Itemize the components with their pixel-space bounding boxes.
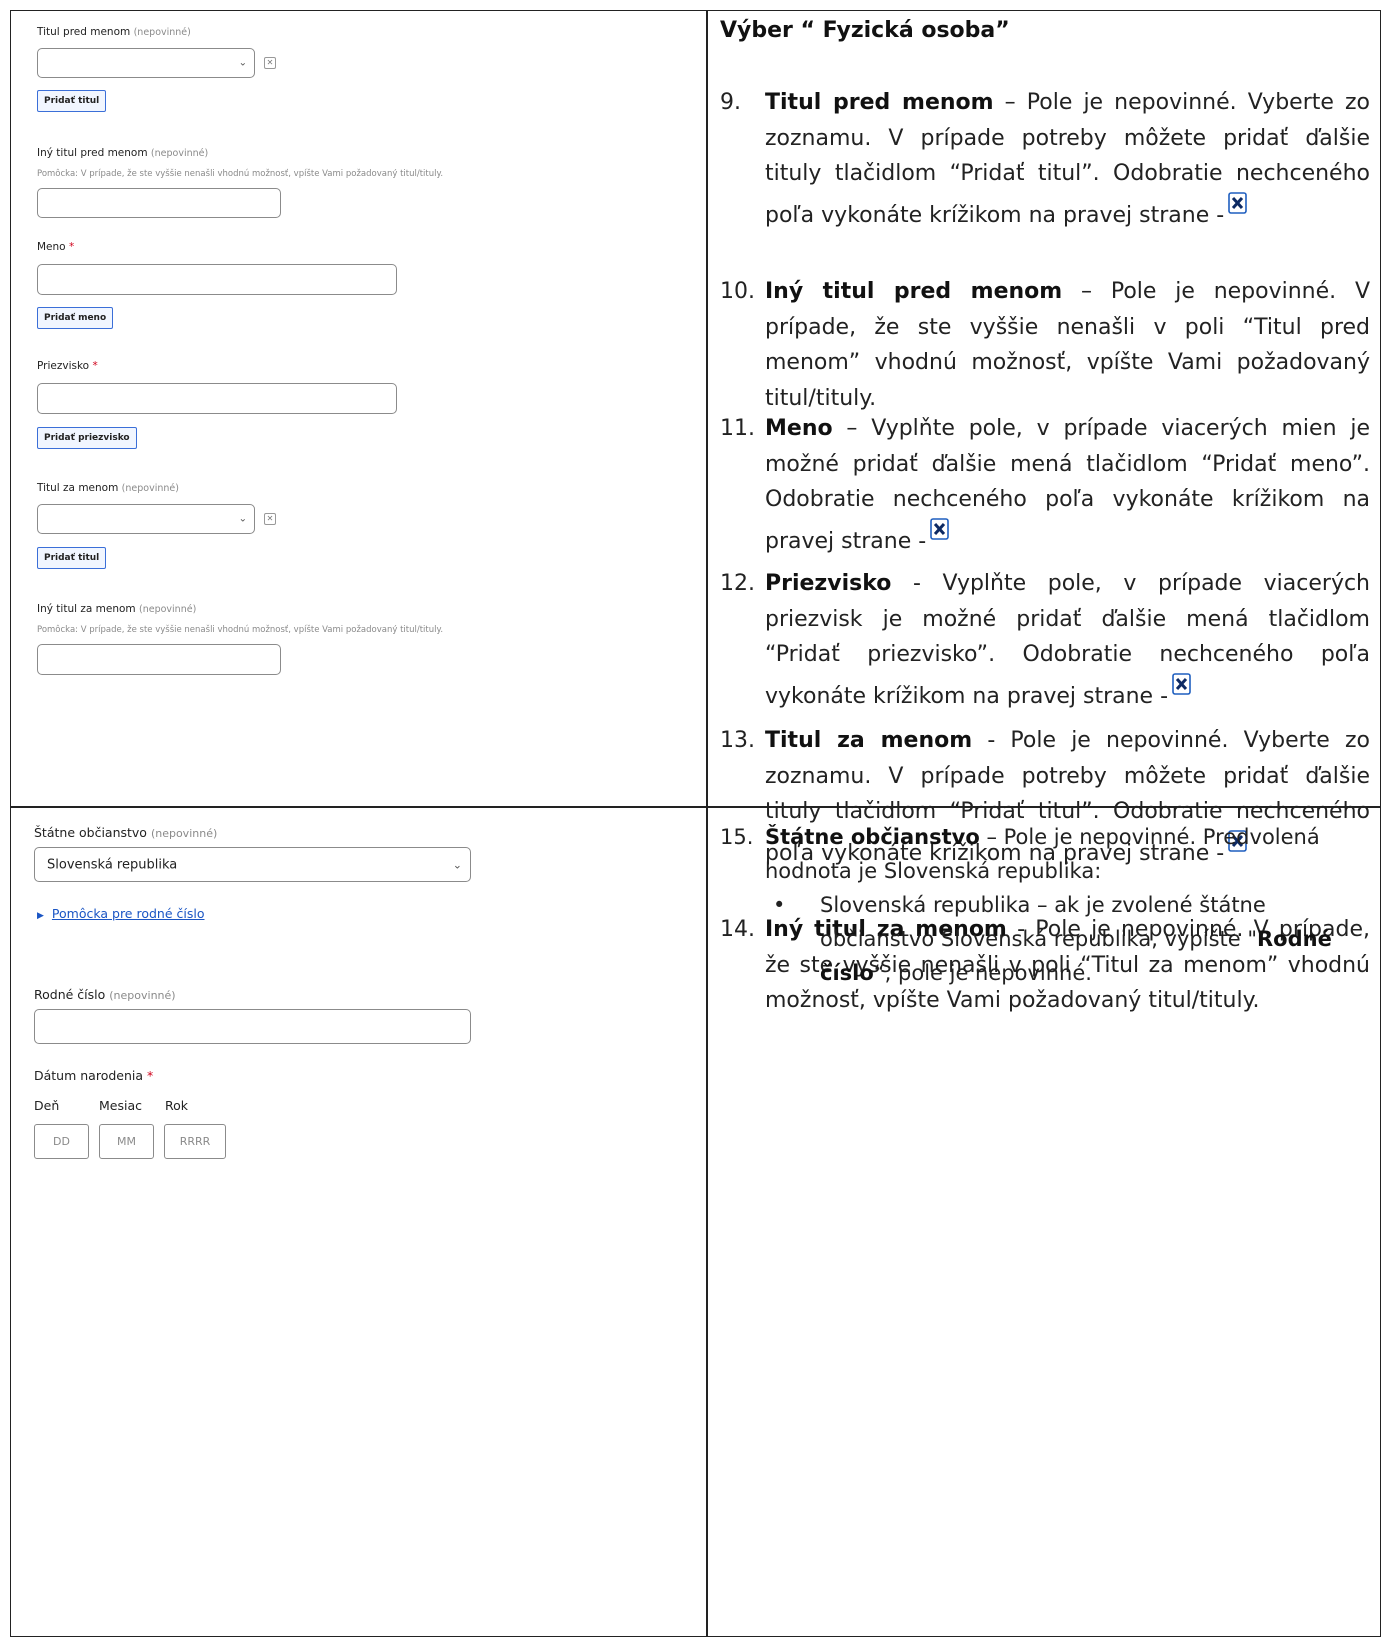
iny-titul-pred-label-text: Iný titul pred menom — [37, 147, 148, 159]
mesiac-label: Mesiac — [99, 1098, 142, 1113]
titul-pred-label: Titul pred menom (nepovinné) — [37, 26, 191, 38]
item-number: 11. — [720, 416, 755, 441]
iny-titul-pred-label: Iný titul pred menom (nepovinné) — [37, 147, 208, 159]
required-mark: * — [147, 1068, 154, 1083]
required-mark: * — [68, 241, 75, 253]
rodne-label: Rodné číslo (nepovinné) — [34, 987, 176, 1002]
bullet-text-pre: Slovenská republika – ak je zvolené štát… — [820, 893, 1266, 951]
item-number: 10. — [720, 279, 755, 304]
item-term: Štátne občianstvo — [765, 825, 980, 849]
statne-label-text: Štátne občianstvo — [34, 825, 147, 840]
remove-field-icon[interactable]: ✕ — [264, 513, 276, 525]
titul-pred-select[interactable]: ⌄ — [37, 48, 255, 78]
meno-label-text: Meno — [37, 241, 66, 253]
list-item: 9. Titul pred menom – Pole je nepovinné.… — [720, 85, 1370, 233]
column-divider — [706, 10, 708, 1637]
priezvisko-label: Priezvisko * — [37, 360, 98, 372]
pomocka-rodne-cislo-link[interactable]: ▶ Pomôcka pre rodné číslo — [37, 906, 205, 921]
list-item: 12. Priezvisko - Vyplňte pole, v prípade… — [720, 566, 1370, 714]
datum-label-text: Dátum narodenia — [34, 1068, 144, 1083]
titul-pred-label-text: Titul pred menom — [37, 26, 131, 38]
statne-select-value: Slovenská republika — [47, 857, 178, 872]
rodne-cislo-input[interactable] — [34, 1009, 471, 1044]
list-item: 15. Štátne občianstvo – Pole je nepovinn… — [720, 820, 1370, 888]
chevron-down-icon: ⌄ — [238, 513, 247, 525]
meno-input[interactable] — [37, 264, 397, 295]
iny-titul-pred-input[interactable] — [37, 188, 281, 218]
bullet-item: • Slovenská republika – ak je zvolené št… — [773, 888, 1340, 990]
iny-titul-za-hint: Pomôcka: V prípade, že ste vyššie nenašl… — [37, 625, 444, 635]
bullet-text-post: “, pole je nepovinné. — [873, 961, 1092, 985]
item-term: Iný titul pred menom — [765, 279, 1063, 304]
chevron-down-icon: ⌄ — [452, 859, 462, 871]
item-term: Priezvisko — [765, 571, 892, 596]
item-term: Meno — [765, 416, 833, 441]
list-item: 10. Iný titul pred menom – Pole je nepov… — [720, 274, 1370, 416]
section-title: Výber “ Fyzická osoba” — [720, 18, 1010, 43]
chevron-down-icon: ⌄ — [238, 57, 247, 69]
pridat-meno-button[interactable]: Pridať meno — [37, 307, 114, 329]
item-term: Titul za menom — [765, 728, 973, 753]
close-x-icon — [1228, 191, 1247, 214]
rodne-label-text: Rodné číslo — [34, 987, 106, 1002]
pridat-titul-button[interactable]: Pridať titul — [37, 90, 107, 112]
statne-label: Štátne občianstvo (nepovinné) — [34, 825, 217, 840]
statne-select[interactable]: Slovenská republika ⌄ — [34, 847, 471, 882]
close-x-icon — [930, 517, 949, 540]
item-number: 14. — [720, 917, 755, 942]
item-term: Titul pred menom — [765, 90, 994, 115]
optional-note: (nepovinné) — [139, 604, 197, 615]
iny-titul-za-label: Iný titul za menom (nepovinné) — [37, 603, 196, 615]
meno-label: Meno * — [37, 241, 74, 253]
titul-za-label-text: Titul za menom — [37, 482, 119, 494]
iny-titul-za-input[interactable] — [37, 644, 281, 675]
optional-note: (nepovinné) — [150, 827, 218, 840]
disclosure-triangle-icon: ▶ — [37, 911, 44, 921]
remove-field-icon[interactable]: ✕ — [264, 57, 276, 69]
titul-za-select[interactable]: ⌄ — [37, 504, 255, 534]
pridat-titul-za-button[interactable]: Pridať titul — [37, 547, 107, 569]
optional-note: (nepovinné) — [133, 27, 191, 38]
priezvisko-label-text: Priezvisko — [37, 360, 90, 372]
rok-input[interactable]: RRRR — [164, 1124, 226, 1159]
datum-label: Dátum narodenia * — [34, 1068, 153, 1083]
item-number: 12. — [720, 571, 755, 596]
pridat-priezvisko-button[interactable]: Pridať priezvisko — [37, 427, 137, 449]
den-label: Deň — [34, 1098, 60, 1113]
rok-label: Rok — [165, 1098, 189, 1113]
optional-note: (nepovinné) — [109, 989, 176, 1002]
item-number: 13. — [720, 728, 755, 753]
item-number: 9. — [720, 90, 741, 115]
pomocka-link-text: Pomôcka pre rodné číslo — [51, 906, 205, 921]
optional-note: (nepovinné) — [150, 148, 209, 159]
item-number: 15. — [720, 825, 754, 849]
priezvisko-input[interactable] — [37, 383, 397, 414]
required-mark: * — [92, 360, 98, 372]
item-text: – Vyplňte pole, v prípade viacerých mien… — [765, 416, 1370, 554]
den-input[interactable]: DD — [34, 1124, 89, 1159]
titul-za-label: Titul za menom (nepovinné) — [37, 482, 179, 494]
list-item: 11. Meno – Vyplňte pole, v prípade viace… — [720, 411, 1370, 559]
close-x-icon — [1172, 672, 1191, 695]
optional-note: (nepovinné) — [121, 483, 179, 494]
bullet-glyph: • — [773, 893, 786, 917]
iny-titul-pred-hint: Pomôcka: V prípade, že ste vyššie nenašl… — [37, 169, 444, 179]
mesiac-input[interactable]: MM — [99, 1124, 154, 1159]
iny-titul-za-label-text: Iný titul za menom — [37, 603, 136, 615]
